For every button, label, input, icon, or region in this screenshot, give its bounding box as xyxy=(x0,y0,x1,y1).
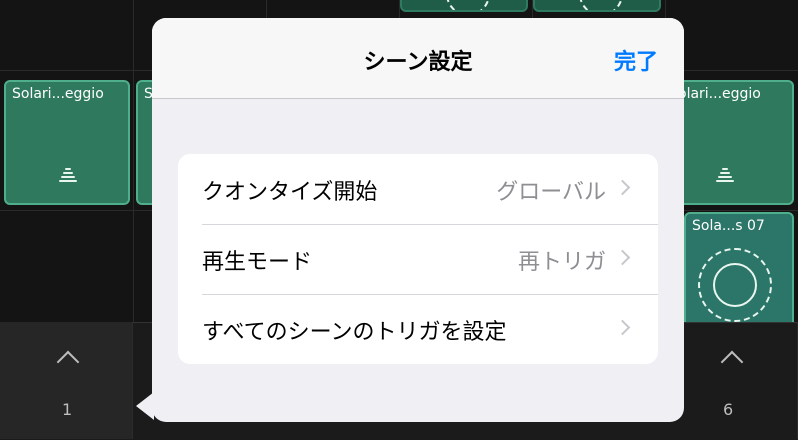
row-value: グローバル xyxy=(496,180,606,205)
popover-title: シーン設定 xyxy=(363,50,473,75)
done-button[interactable]: 完了 xyxy=(614,44,658,76)
waveform-icon xyxy=(716,168,734,184)
scene-button-1[interactable]: 1 xyxy=(0,322,133,439)
waveform-icon xyxy=(59,168,77,184)
clip-cell[interactable]: olari...eggio xyxy=(670,80,794,205)
clip-cell-top-1[interactable] xyxy=(400,0,528,12)
quantize-start-row[interactable]: クオンタイズ開始 グローバル xyxy=(178,154,658,224)
loop-icon xyxy=(446,0,490,10)
clip-name: Solari...eggio xyxy=(12,86,104,102)
chevron-right-icon xyxy=(614,179,631,196)
clip-cell-top-2[interactable] xyxy=(533,0,661,12)
chevron-right-icon xyxy=(614,249,631,266)
row-label: クオンタイズ開始 xyxy=(202,180,378,205)
clip-name: olari...eggio xyxy=(678,86,761,102)
clip-name: Sola...s 07 xyxy=(692,218,765,234)
scene-number: 6 xyxy=(723,400,734,419)
loop-icon xyxy=(579,0,623,10)
row-label: すべてのシーンのトリガを設定 xyxy=(202,320,507,345)
set-all-scene-triggers-row[interactable]: すべてのシーンのトリガを設定 xyxy=(178,294,658,364)
play-mode-row[interactable]: 再生モード 再トリガ xyxy=(178,224,658,294)
scene-button-6[interactable]: 6 xyxy=(665,322,798,439)
loop-icon xyxy=(713,263,757,307)
row-value: 再トリガ xyxy=(517,250,606,275)
row-label: 再生モード xyxy=(202,250,313,275)
settings-list: クオンタイズ開始 グローバル 再生モード 再トリガ すべてのシーンのトリガを設定 xyxy=(178,154,658,364)
clip-cell[interactable]: Solari...eggio xyxy=(4,80,130,205)
scene-number: 1 xyxy=(62,400,73,419)
popover-header: シーン設定 完了 xyxy=(152,18,684,99)
clip-cell[interactable]: Sola...s 07 xyxy=(684,212,794,330)
scene-settings-popover: シーン設定 完了 クオンタイズ開始 グローバル 再生モード 再トリガ すべてのシ… xyxy=(152,18,684,422)
chevron-up-icon xyxy=(56,350,80,374)
chevron-up-icon xyxy=(720,350,744,374)
chevron-right-icon xyxy=(614,319,631,336)
